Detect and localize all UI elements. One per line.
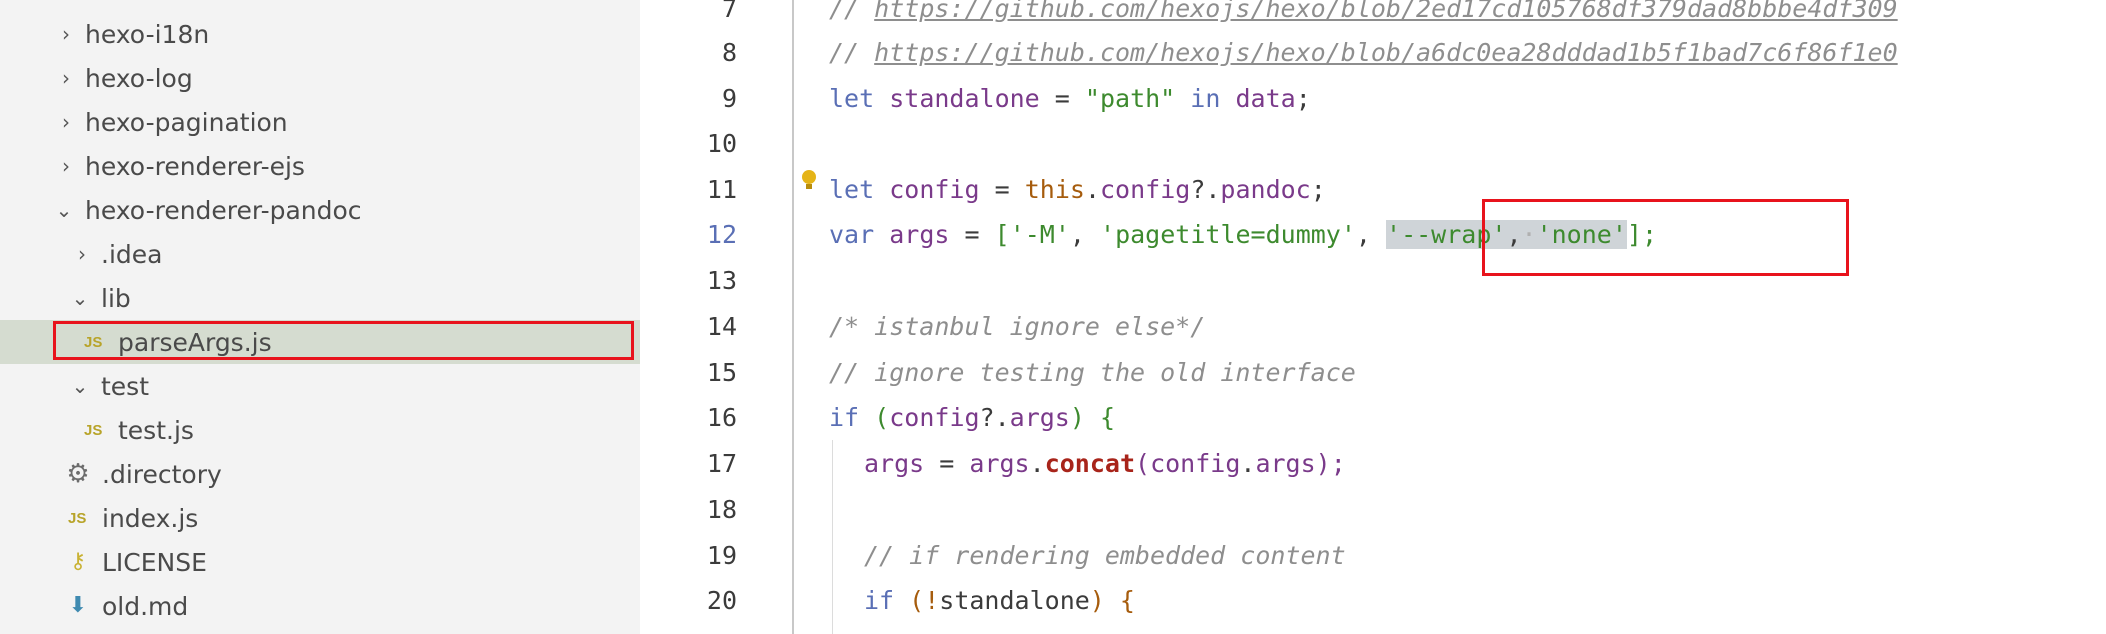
code-line[interactable]: let config = this.config?.pandoc; (829, 167, 1326, 213)
tree-item-label: hexo-pagination (85, 107, 288, 137)
js-file-icon: JS (68, 509, 87, 527)
code-editor[interactable]: // https://github.com/hexojs/hexo/blob/2… (794, 0, 2106, 634)
indent-guide (832, 440, 833, 634)
tree-item-directory[interactable]: ⚙ .directory (0, 452, 640, 496)
chevron-down-icon: ⌄ (55, 198, 73, 222)
tree-item-label: test.js (118, 415, 194, 445)
code-line[interactable]: // ignore testing the old interface (829, 350, 1356, 396)
tree-item-old-md[interactable]: ⬇ old.md (0, 584, 640, 628)
chevron-right-icon: › (62, 66, 70, 90)
chevron-right-icon: › (78, 242, 86, 266)
tree-item-label: .directory (102, 459, 222, 489)
line-number: 18 (706, 495, 737, 524)
line-number: 7 (721, 0, 737, 23)
code-highlight-box (1482, 199, 1849, 276)
tree-item-label: lib (101, 283, 131, 313)
line-number: 13 (706, 266, 737, 295)
line-number-gutter: 7 8 9 10 11 12 13 14 15 16 17 18 19 20 (640, 0, 794, 634)
tree-item-label: hexo-log (85, 63, 193, 93)
chevron-down-icon: ⌄ (71, 374, 89, 398)
selection-highlight-box (53, 321, 634, 360)
tree-item-label: index.js (102, 503, 199, 533)
chevron-right-icon: › (62, 22, 70, 46)
line-number: 15 (706, 358, 737, 387)
code-line[interactable]: args = args.concat(config.args); (864, 441, 1346, 487)
line-number: 10 (706, 129, 737, 158)
key-icon: ⚷ (69, 549, 87, 574)
line-number-current: 12 (706, 220, 737, 249)
tree-item-label: test (101, 371, 150, 401)
chevron-down-icon: ⌄ (71, 286, 89, 310)
line-number: 20 (706, 586, 737, 615)
chevron-right-icon: › (62, 110, 70, 134)
tree-item-test[interactable]: ⌄ test (0, 364, 640, 408)
line-number: 19 (706, 541, 737, 570)
code-line[interactable]: // if rendering embedded content (864, 533, 1346, 579)
file-explorer-sidebar: › hexo-i18n › hexo-log › hexo-pagination… (0, 0, 640, 634)
tree-item-hexo-i18n[interactable]: › hexo-i18n (0, 12, 640, 56)
tree-item-hexo-pagination[interactable]: › hexo-pagination (0, 100, 640, 144)
lightbulb-icon[interactable] (802, 170, 816, 189)
tree-item-label: hexo-renderer-ejs (85, 151, 305, 181)
line-number: 8 (721, 38, 737, 67)
line-number: 9 (721, 84, 737, 113)
tree-item-hexo-renderer-pandoc[interactable]: ⌄ hexo-renderer-pandoc (0, 188, 640, 232)
tree-item-idea[interactable]: › .idea (0, 232, 640, 276)
gear-icon: ⚙ (66, 459, 90, 489)
tree-item-license[interactable]: ⚷ LICENSE (0, 540, 640, 584)
tree-item-label: hexo-renderer-pandoc (85, 195, 362, 225)
code-line[interactable]: // https://github.com/hexojs/hexo/blob/2… (829, 0, 1898, 32)
markdown-download-icon: ⬇ (68, 593, 88, 618)
tree-item-label: old.md (102, 591, 189, 621)
line-number: 11 (706, 175, 737, 204)
js-file-icon: JS (84, 421, 103, 439)
code-line[interactable]: if (config?.args) { (829, 395, 1115, 441)
code-line[interactable]: // https://github.com/hexojs/hexo/blob/a… (829, 30, 1898, 76)
line-number: 17 (706, 449, 737, 478)
chevron-right-icon: › (62, 154, 70, 178)
tree-item-label: hexo-i18n (85, 19, 210, 49)
code-line[interactable]: let standalone = "path" in data; (829, 76, 1311, 122)
code-line[interactable]: if (!standalone) { (864, 578, 1135, 624)
code-link[interactable]: https://github.com/hexojs/hexo/blob/a6dc… (874, 38, 1898, 67)
code-link[interactable]: https://github.com/hexojs/hexo/blob/2ed1… (874, 0, 1898, 23)
line-number: 16 (706, 403, 737, 432)
tree-item-label: LICENSE (102, 547, 207, 577)
tree-item-test-js[interactable]: JS test.js (0, 408, 640, 452)
tree-item-index-js[interactable]: JS index.js (0, 496, 640, 540)
line-number: 14 (706, 312, 737, 341)
tree-item-hexo-log[interactable]: › hexo-log (0, 56, 640, 100)
code-line[interactable]: /* istanbul ignore else*/ (829, 304, 1205, 350)
tree-item-label: .idea (101, 239, 163, 269)
tree-item-hexo-renderer-ejs[interactable]: › hexo-renderer-ejs (0, 144, 640, 188)
tree-item-lib[interactable]: ⌄ lib (0, 276, 640, 320)
